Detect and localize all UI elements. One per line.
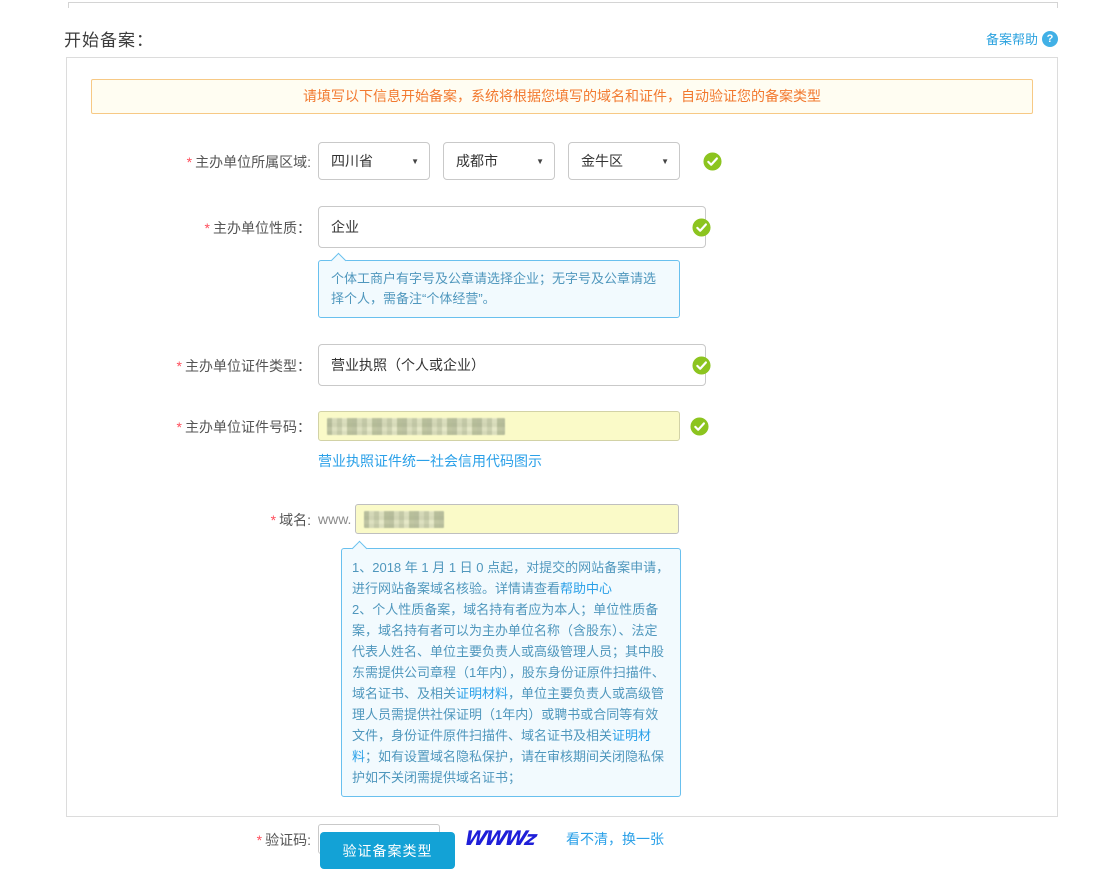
org-nature-value: 企业 [331,217,359,237]
cert-type-label: *主办单位证件类型： [67,344,311,376]
org-nature-label: *主办单位性质： [67,206,311,238]
captcha-row: *验证码: WWWz 看不清，换一张 [67,824,1057,854]
cert-number-input[interactable] [318,411,680,441]
district-value: 金牛区 [581,151,623,171]
domain-input[interactable] [355,504,679,534]
domain-field: www. 1、2018 年 1 月 1 日 0 点起，对提交的网站备案申请，进行… [318,504,681,797]
beian-help-label: 备案帮助 [986,29,1038,48]
valid-check-icon [692,218,711,237]
cert-number-field: 营业执照证件统一社会信用代码图示 [318,411,709,471]
captcha-label: *验证码: [67,824,311,850]
help-question-icon[interactable]: ? [1042,31,1058,47]
captcha-refresh-link[interactable]: 看不清，换一张 [566,824,664,854]
province-select[interactable]: 四川省 ▼ [318,142,430,180]
cert-type-row: *主办单位证件类型： 营业执照（个人或企业） [67,344,1057,386]
domain-note-box: 1、2018 年 1 月 1 日 0 点起，对提交的网站备案申请，进行网站备案域… [341,548,681,797]
beian-start-page: 开始备案： 备案帮助 ? 请填写以下信息开始备案，系统将根据您填写的域名和证件，… [0,0,1105,893]
chevron-down-icon: ▼ [661,157,669,166]
region-row: *主办单位所属区域: 四川省 ▼ 成都市 ▼ 金牛区 ▼ [67,142,1057,180]
cert-number-label: *主办单位证件号码： [67,411,311,437]
org-nature-select[interactable]: 企业 [318,206,706,248]
domain-label: *域名: [67,504,311,530]
required-mark: * [257,832,262,848]
region-selects: 四川省 ▼ 成都市 ▼ 金牛区 ▼ [318,142,722,180]
proof-material-link[interactable]: 证明材料 [456,686,508,701]
notice-banner: 请填写以下信息开始备案，系统将根据您填写的域名和证件，自动验证您的备案类型 [91,79,1033,114]
org-nature-field: 企业 个体工商户有字号及公章请选择企业；无字号及公章请选择个人，需备注“个体经营… [318,206,706,318]
beian-help-link[interactable]: 备案帮助 ? [986,29,1058,48]
redacted-cert-number-value [327,418,505,435]
cert-type-value: 营业执照（个人或企业） [331,355,485,375]
city-select[interactable]: 成都市 ▼ [443,142,555,180]
required-mark: * [187,154,192,170]
valid-check-icon [690,417,709,436]
valid-check-icon [703,152,722,171]
domain-row: *域名: www. 1、2018 年 1 月 1 日 0 点起，对提交的网站备案… [67,504,1057,797]
form-panel: 请填写以下信息开始备案，系统将根据您填写的域名和证件，自动验证您的备案类型 *主… [66,57,1058,817]
cert-type-field: 营业执照（个人或企业） [318,344,706,386]
required-mark: * [205,220,210,236]
cert-number-row: *主办单位证件号码： 营业执照证件统一社会信用代码图示 [67,411,1057,471]
previous-section-border [68,2,1058,8]
chevron-down-icon: ▼ [411,157,419,166]
province-value: 四川省 [331,151,373,171]
org-nature-row: *主办单位性质： 企业 个体工商户有字号及公章请选择企业；无字号及公章请选择个人… [67,206,1057,318]
help-center-link[interactable]: 帮助中心 [560,581,612,596]
required-mark: * [177,419,182,435]
verify-beian-type-button[interactable]: 验证备案类型 [320,832,455,869]
required-mark: * [177,358,182,374]
redacted-domain-value [364,511,444,528]
credit-code-example-link[interactable]: 营业执照证件统一社会信用代码图示 [318,451,542,471]
captcha-image[interactable]: WWWz [456,824,538,854]
city-value: 成都市 [456,151,498,171]
page-title: 开始备案： [64,26,154,51]
org-nature-tooltip: 个体工商户有字号及公章请选择企业；无字号及公章请选择个人，需备注“个体经营”。 [318,260,680,318]
district-select[interactable]: 金牛区 ▼ [568,142,680,180]
note-text: 1、2018 年 1 月 1 日 0 点起，对提交的网站备案申请，进行网站备案域… [352,560,669,596]
note-text: ；如有设置域名隐私保护，请在审核期间关闭隐私保护如不关闭需提供域名证书； [352,749,664,785]
valid-check-icon [692,356,711,375]
region-label: *主办单位所属区域: [67,142,311,172]
chevron-down-icon: ▼ [536,157,544,166]
www-prefix: www. [318,504,351,534]
required-mark: * [271,512,276,528]
cert-type-select[interactable]: 营业执照（个人或企业） [318,344,706,386]
svg-text:WWWz: WWWz [462,826,538,850]
